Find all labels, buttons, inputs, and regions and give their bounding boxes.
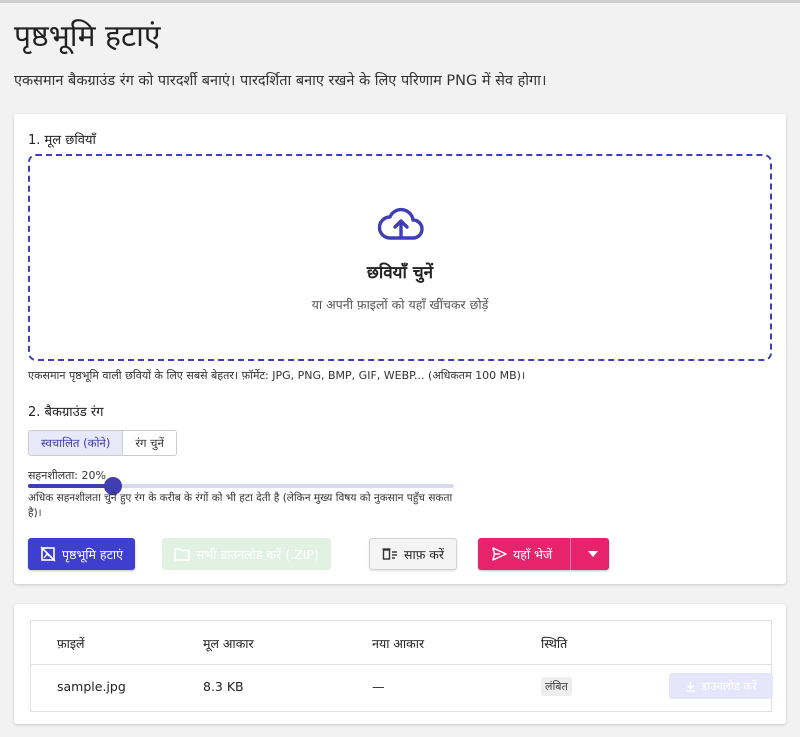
remove-background-button[interactable]: पृष्ठभूमि हटाएं xyxy=(28,538,136,570)
tolerance-slider-fill xyxy=(28,484,114,488)
mode-toggle: स्वचालित (कोने) रंग चुनें xyxy=(28,430,177,456)
dropzone-title: छवियाँ चुनें xyxy=(366,263,434,283)
row-download-button[interactable]: डाउनलोड करें xyxy=(669,673,773,699)
send-here-split-button: यहाँ भेजें xyxy=(478,538,610,570)
dropzone-subtitle: या अपनी फ़ाइलों को यहाँ खींचकर छोड़ें xyxy=(311,297,489,312)
clear-button[interactable]: साफ़ करें xyxy=(369,538,458,570)
send-here-button[interactable]: यहाँ भेजें xyxy=(478,538,564,570)
send-options-dropdown[interactable] xyxy=(577,538,609,570)
page-description: एकसमान बैकग्राउंड रंग को पारदर्शी बनाएं।… xyxy=(14,73,547,89)
header-original-size: मूल आकार xyxy=(203,636,254,651)
folder-zip-icon xyxy=(174,548,190,561)
settings-card: 1. मूल छवियाँ छवियाँ चुनें या अपनी फ़ाइल… xyxy=(14,114,786,584)
download-all-label: सभी डाउनलोड करें (.ZIP) xyxy=(196,546,319,562)
results-card: फ़ाइलें मूल आकार नया आकार स्थिति sample.… xyxy=(14,604,786,724)
cell-new-size: — xyxy=(372,679,385,694)
mode-auto-corners[interactable]: स्वचालित (कोने) xyxy=(29,431,124,455)
caret-down-icon xyxy=(588,551,599,557)
cloud-upload-icon xyxy=(377,207,424,240)
hide-image-icon xyxy=(40,546,56,562)
tolerance-note: अधिक सहनशीलता चुने हुए रंग के करीब के रं… xyxy=(28,492,453,519)
tolerance-label: सहनशीलता: 20% xyxy=(28,469,106,482)
tolerance-slider[interactable] xyxy=(28,477,454,495)
remove-background-label: पृष्ठभूमि हटाएं xyxy=(62,546,124,562)
clear-list-icon xyxy=(382,548,397,560)
page-title: पृष्ठभूमि हटाएं xyxy=(14,19,161,54)
source-section-label: 1. मूल छवियाँ xyxy=(28,133,96,148)
status-badge: लंबित xyxy=(541,677,572,696)
top-border xyxy=(0,0,800,3)
format-hint: एकसमान पृष्ठभूमि वाली छवियों के लिए सबसे… xyxy=(28,369,526,382)
send-here-label: यहाँ भेजें xyxy=(513,546,553,562)
results-table: फ़ाइलें मूल आकार नया आकार स्थिति sample.… xyxy=(30,620,773,712)
download-icon xyxy=(686,681,696,692)
mode-pick-color[interactable]: रंग चुनें xyxy=(123,431,176,455)
send-icon xyxy=(492,547,507,561)
cell-file-name: sample.jpg xyxy=(57,679,126,694)
image-dropzone[interactable]: छवियाँ चुनें या अपनी फ़ाइलों को यहाँ खीं… xyxy=(28,154,772,361)
background-section-label: 2. बैकग्राउंड रंग xyxy=(28,405,104,420)
download-all-zip-button[interactable]: सभी डाउनलोड करें (.ZIP) xyxy=(162,538,331,570)
cell-original-size: 8.3 KB xyxy=(203,679,244,694)
clear-label: साफ़ करें xyxy=(404,546,445,562)
split-divider xyxy=(570,538,572,570)
header-files: फ़ाइलें xyxy=(57,636,85,651)
row-download-label: डाउनलोड करें xyxy=(701,678,757,693)
header-status: स्थिति xyxy=(541,636,568,651)
header-divider xyxy=(31,664,771,665)
header-new-size: नया आकार xyxy=(372,636,425,651)
